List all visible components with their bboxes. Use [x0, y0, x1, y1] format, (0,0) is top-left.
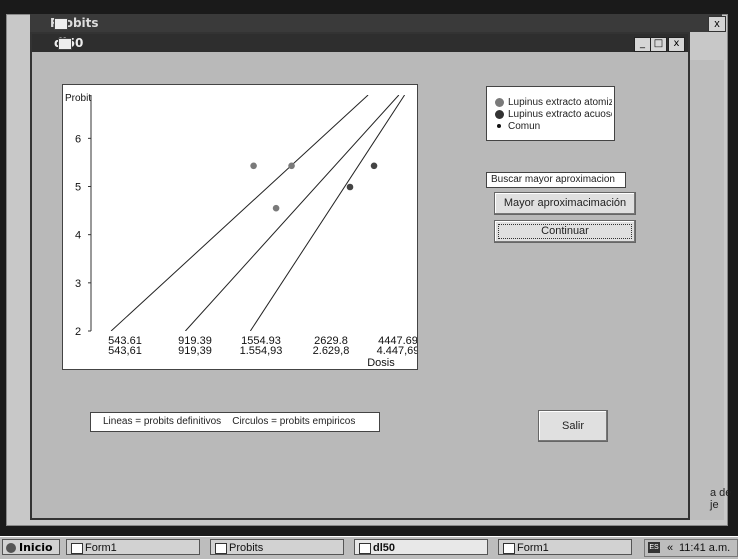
app-icon [503, 543, 515, 554]
dl50-title-bar[interactable]: dl50 [32, 34, 688, 52]
system-tray: ES « 11:41 a.m. [644, 539, 738, 557]
legend-item-atomizado: Lupinus extracto atomizado [495, 97, 612, 109]
background-panel-text: a de je [710, 487, 732, 511]
y-tick-label: 2 [75, 326, 81, 338]
background-panel [686, 60, 724, 520]
legend-note-text: Lineas = probits definitivos Circulos = … [103, 416, 356, 427]
close-button[interactable]: x [668, 37, 685, 52]
legend-label: Lupinus extracto acuoso [508, 109, 612, 120]
x-tick-label: 919,39 [178, 345, 212, 357]
x-tick-label: 543,61 [108, 345, 142, 357]
legend-label: Comun [508, 121, 541, 132]
minimize-button[interactable]: _ [634, 37, 651, 52]
data-point [250, 162, 257, 170]
maximize-button[interactable]: □ [650, 37, 667, 52]
legend-marker [497, 124, 501, 129]
probits-title-bar[interactable]: Probits [30, 14, 722, 32]
x-tick-label: 4.447,69 [377, 345, 417, 357]
probit-chart: Probit 2 3 4 5 6 543,61 919,39 1554,93 2629,8 4447… [62, 84, 418, 370]
y-tick-label: 4 [75, 230, 81, 242]
tray-expand-icon[interactable]: « [667, 540, 673, 556]
clock: 11:41 a.m. [679, 542, 731, 554]
language-indicator[interactable]: ES [648, 542, 660, 553]
y-tick-label: 3 [75, 278, 81, 290]
y-axis-label: Probit [65, 93, 91, 104]
probit-line [110, 95, 369, 331]
data-point [272, 204, 280, 212]
continuar-button[interactable]: Continuar [494, 220, 636, 243]
chart-legend: Lupinus extracto atomizado Lupinus extra… [486, 86, 615, 141]
data-point [288, 162, 295, 170]
legend-item-comun: Comun [495, 121, 612, 133]
data-point [370, 162, 378, 170]
task-form1[interactable]: Form1 [66, 539, 200, 555]
legend-label: Lupinus extracto atomizado [508, 97, 612, 108]
continuar-label: Continuar [541, 225, 589, 237]
x-tick-label: 1.554,93 [240, 345, 283, 357]
data-point [346, 183, 354, 191]
task-dl50[interactable]: dl50 [354, 539, 488, 555]
app-icon [71, 543, 83, 554]
start-button[interactable]: Inicio [2, 539, 60, 555]
task-label: Form1 [85, 542, 117, 554]
task-label: Form1 [517, 542, 549, 554]
window-icon [54, 18, 68, 30]
legend-note: Lineas = probits definitivos Circulos = … [90, 412, 380, 432]
mayor-aproximacion-button[interactable]: Mayor aproximacimación [494, 192, 636, 215]
app-icon [359, 543, 371, 554]
window-icon [58, 38, 72, 50]
task-form1-2[interactable]: Form1 [498, 539, 632, 555]
start-label: Inicio [19, 541, 53, 554]
legend-marker [495, 109, 504, 119]
y-tick-label: 5 [75, 182, 81, 194]
search-field[interactable]: Buscar mayor aproximacion [486, 172, 626, 188]
start-icon [6, 543, 16, 553]
x-tick-label: 2.629,8 [313, 345, 350, 357]
probit-line [249, 95, 406, 331]
chart-canvas: Probit23456543,61 919,39 1554,93 2629,8 4447… [65, 93, 417, 369]
task-label: Probits [229, 542, 264, 554]
task-label: dl50 [373, 542, 396, 554]
app-icon [215, 543, 227, 554]
probits-close-button[interactable]: x [708, 16, 726, 32]
y-tick-label: 6 [75, 133, 81, 145]
salir-button[interactable]: Salir [538, 410, 608, 442]
probit-line [185, 95, 400, 331]
x-axis-label: Dosis [367, 357, 395, 369]
legend-marker [495, 97, 504, 107]
task-probits[interactable]: Probits [210, 539, 344, 555]
legend-item-acuoso: Lupinus extracto acuoso [495, 109, 612, 121]
